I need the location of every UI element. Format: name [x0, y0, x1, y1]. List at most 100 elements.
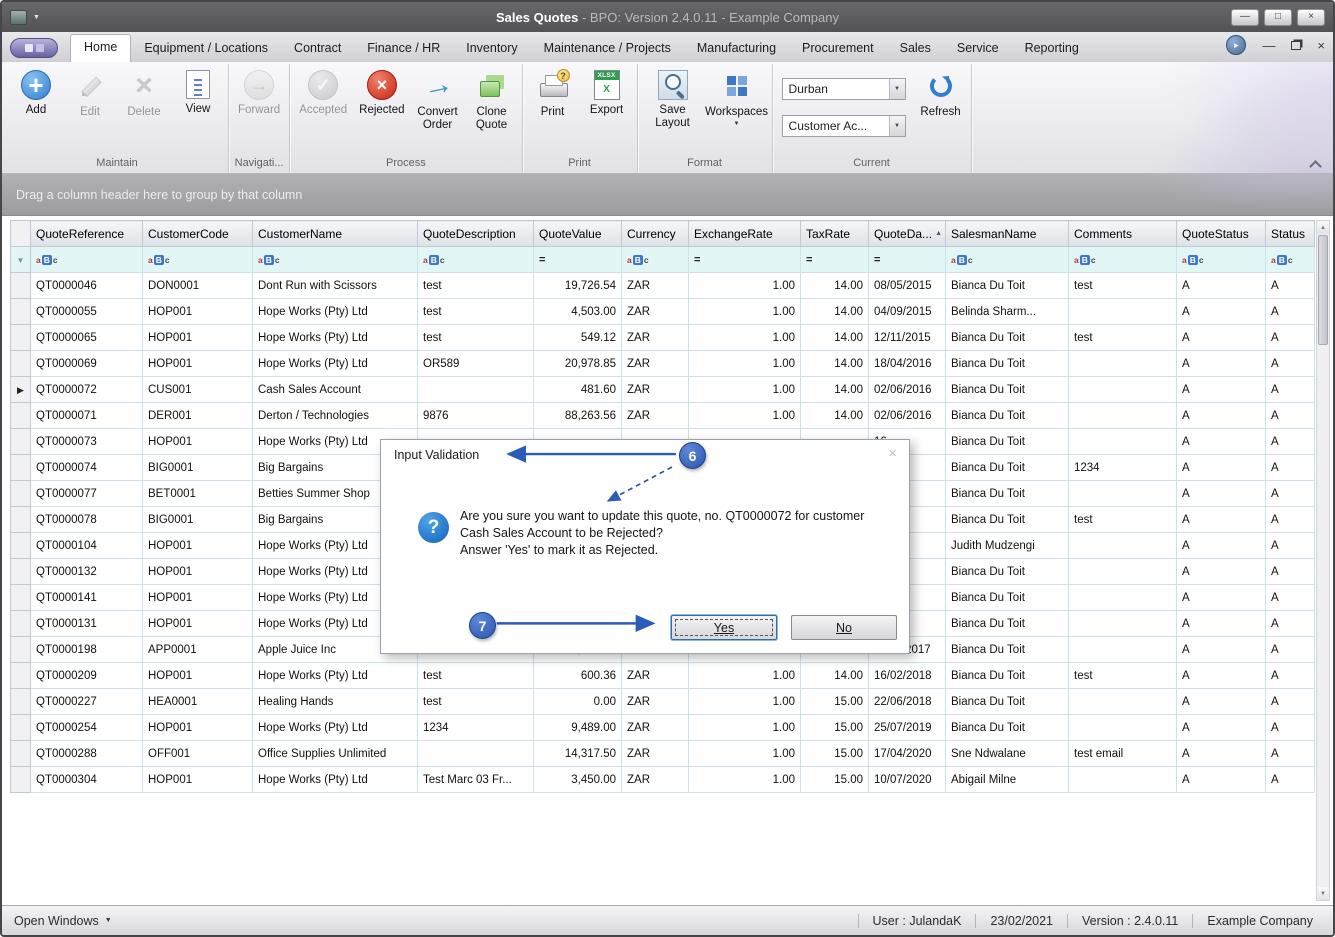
row-indicator[interactable]: ▶ — [10, 376, 31, 403]
grid-cell[interactable]: HOP001 — [142, 428, 253, 455]
grid-cell[interactable]: 14.00 — [800, 298, 869, 325]
grid-cell[interactable]: APP0001 — [142, 636, 253, 663]
row-indicator[interactable] — [10, 402, 31, 429]
info-round-icon[interactable]: ▸ — [1226, 35, 1247, 55]
mdi-close-icon[interactable]: × — [1317, 39, 1325, 52]
grid-cell[interactable]: 1.00 — [688, 376, 801, 403]
grid-cell[interactable]: ZAR — [621, 740, 689, 767]
grid-cell[interactable]: ZAR — [621, 350, 689, 377]
grid-cell[interactable] — [1068, 714, 1177, 741]
grid-cell[interactable]: A — [1176, 350, 1266, 377]
column-header-quotereference[interactable]: QuoteReference — [30, 220, 143, 247]
grid-cell[interactable]: Office Supplies Unlimited — [252, 740, 418, 767]
grid-cell[interactable]: HOP001 — [142, 298, 253, 325]
export-button[interactable]: XLSX X Export — [580, 64, 634, 117]
grid-cell[interactable] — [1068, 428, 1177, 455]
grid-cell[interactable]: Abigail Milne — [945, 766, 1069, 793]
grid-cell[interactable]: Bianca Du Toit — [945, 272, 1069, 299]
grid-cell[interactable]: QT0000046 — [30, 272, 143, 299]
grid-cell[interactable]: BIG0001 — [142, 454, 253, 481]
grid-cell[interactable]: A — [1265, 584, 1315, 611]
tab-equipment-locations[interactable]: Equipment / Locations — [131, 36, 281, 62]
refresh-button[interactable]: Refresh — [914, 64, 968, 119]
grid-cell[interactable]: A — [1176, 584, 1266, 611]
view-button[interactable]: View — [171, 64, 225, 116]
row-indicator[interactable] — [10, 506, 31, 533]
grid-cell[interactable] — [1068, 636, 1177, 663]
grid-cell[interactable]: DON0001 — [142, 272, 253, 299]
grid-cell[interactable] — [1068, 402, 1177, 429]
grid-cell[interactable]: ZAR — [621, 714, 689, 741]
application-menu-button[interactable] — [10, 38, 58, 58]
grid-cell[interactable]: QT0000141 — [30, 584, 143, 611]
save-layout-button[interactable]: Save Layout — [641, 64, 705, 130]
grid-cell[interactable]: Bianca Du Toit — [945, 610, 1069, 637]
vertical-scrollbar[interactable]: ▲ ▼ — [1316, 220, 1330, 901]
grid-cell[interactable]: A — [1176, 714, 1266, 741]
filter-cell-customercode[interactable]: aBc — [142, 246, 253, 273]
grid-cell[interactable]: BIG0001 — [142, 506, 253, 533]
tab-manufacturing[interactable]: Manufacturing — [684, 36, 789, 62]
grid-cell[interactable]: A — [1176, 610, 1266, 637]
tab-contract[interactable]: Contract — [281, 36, 354, 62]
grid-cell[interactable]: 14.00 — [800, 272, 869, 299]
grid-cell[interactable]: BET0001 — [142, 480, 253, 507]
grid-cell[interactable]: A — [1265, 610, 1315, 637]
grid-cell[interactable]: QT0000065 — [30, 324, 143, 351]
convert-order-button[interactable]: → Convert Order — [411, 64, 465, 132]
column-header-customername[interactable]: CustomerName — [252, 220, 418, 247]
grid-cell[interactable]: QT0000069 — [30, 350, 143, 377]
grid-cell[interactable]: A — [1176, 298, 1266, 325]
grid-cell[interactable]: ZAR — [621, 688, 689, 715]
grid-cell[interactable]: A — [1265, 558, 1315, 585]
grid-cell[interactable]: ZAR — [621, 272, 689, 299]
row-indicator[interactable] — [10, 584, 31, 611]
grid-cell[interactable]: Derton / Technologies — [252, 402, 418, 429]
grid-cell[interactable]: HOP001 — [142, 610, 253, 637]
grid-cell[interactable]: A — [1176, 662, 1266, 689]
mdi-restore-icon[interactable] — [1291, 40, 1302, 50]
print-button[interactable]: ? Print — [526, 64, 580, 119]
grid-cell[interactable]: Bianca Du Toit — [945, 454, 1069, 481]
grid-cell[interactable]: test email — [1068, 740, 1177, 767]
tab-finance-hr[interactable]: Finance / HR — [354, 36, 453, 62]
grid-cell[interactable]: QT0000073 — [30, 428, 143, 455]
grid-cell[interactable]: 19,726.54 — [533, 272, 622, 299]
grid-cell[interactable]: A — [1265, 428, 1315, 455]
row-indicator[interactable] — [10, 610, 31, 637]
grid-cell[interactable]: A — [1176, 688, 1266, 715]
tab-reporting[interactable]: Reporting — [1012, 36, 1092, 62]
grid-cell[interactable]: test — [417, 298, 534, 325]
grid-cell[interactable]: A — [1265, 298, 1315, 325]
grid-cell[interactable]: Bianca Du Toit — [945, 350, 1069, 377]
grid-cell[interactable] — [417, 376, 534, 403]
grid-cell[interactable]: 1.00 — [688, 272, 801, 299]
grid-cell[interactable]: Cash Sales Account — [252, 376, 418, 403]
grid-cell[interactable]: Hope Works (Pty) Ltd — [252, 350, 418, 377]
grid-cell[interactable]: 1.00 — [688, 662, 801, 689]
row-indicator[interactable] — [10, 558, 31, 585]
grid-cell[interactable]: Hope Works (Pty) Ltd — [252, 324, 418, 351]
grid-cell[interactable]: 15.00 — [800, 688, 869, 715]
grid-cell[interactable]: A — [1265, 532, 1315, 559]
grid-cell[interactable]: A — [1265, 350, 1315, 377]
row-indicator[interactable] — [10, 324, 31, 351]
grid-cell[interactable]: QT0000071 — [30, 402, 143, 429]
grid-cell[interactable]: QT0000132 — [30, 558, 143, 585]
grid-cell[interactable]: A — [1176, 532, 1266, 559]
grid-cell[interactable] — [1068, 298, 1177, 325]
grid-cell[interactable]: Hope Works (Pty) Ltd — [252, 662, 418, 689]
column-header-quotedescription[interactable]: QuoteDescription — [417, 220, 534, 247]
grid-cell[interactable]: test — [1068, 324, 1177, 351]
grid-cell[interactable]: Bianca Du Toit — [945, 636, 1069, 663]
grid-cell[interactable]: A — [1265, 324, 1315, 351]
grid-cell[interactable]: 14.00 — [800, 350, 869, 377]
maximize-icon[interactable]: □ — [1264, 8, 1292, 26]
column-header-quotestatus[interactable]: QuoteStatus — [1176, 220, 1266, 247]
grid-cell[interactable]: test — [1068, 506, 1177, 533]
grid-cell[interactable]: A — [1265, 272, 1315, 299]
grid-cell[interactable]: test — [417, 662, 534, 689]
row-indicator[interactable] — [10, 532, 31, 559]
grid-cell[interactable]: Bianca Du Toit — [945, 480, 1069, 507]
grid-cell[interactable]: Belinda Sharm... — [945, 298, 1069, 325]
